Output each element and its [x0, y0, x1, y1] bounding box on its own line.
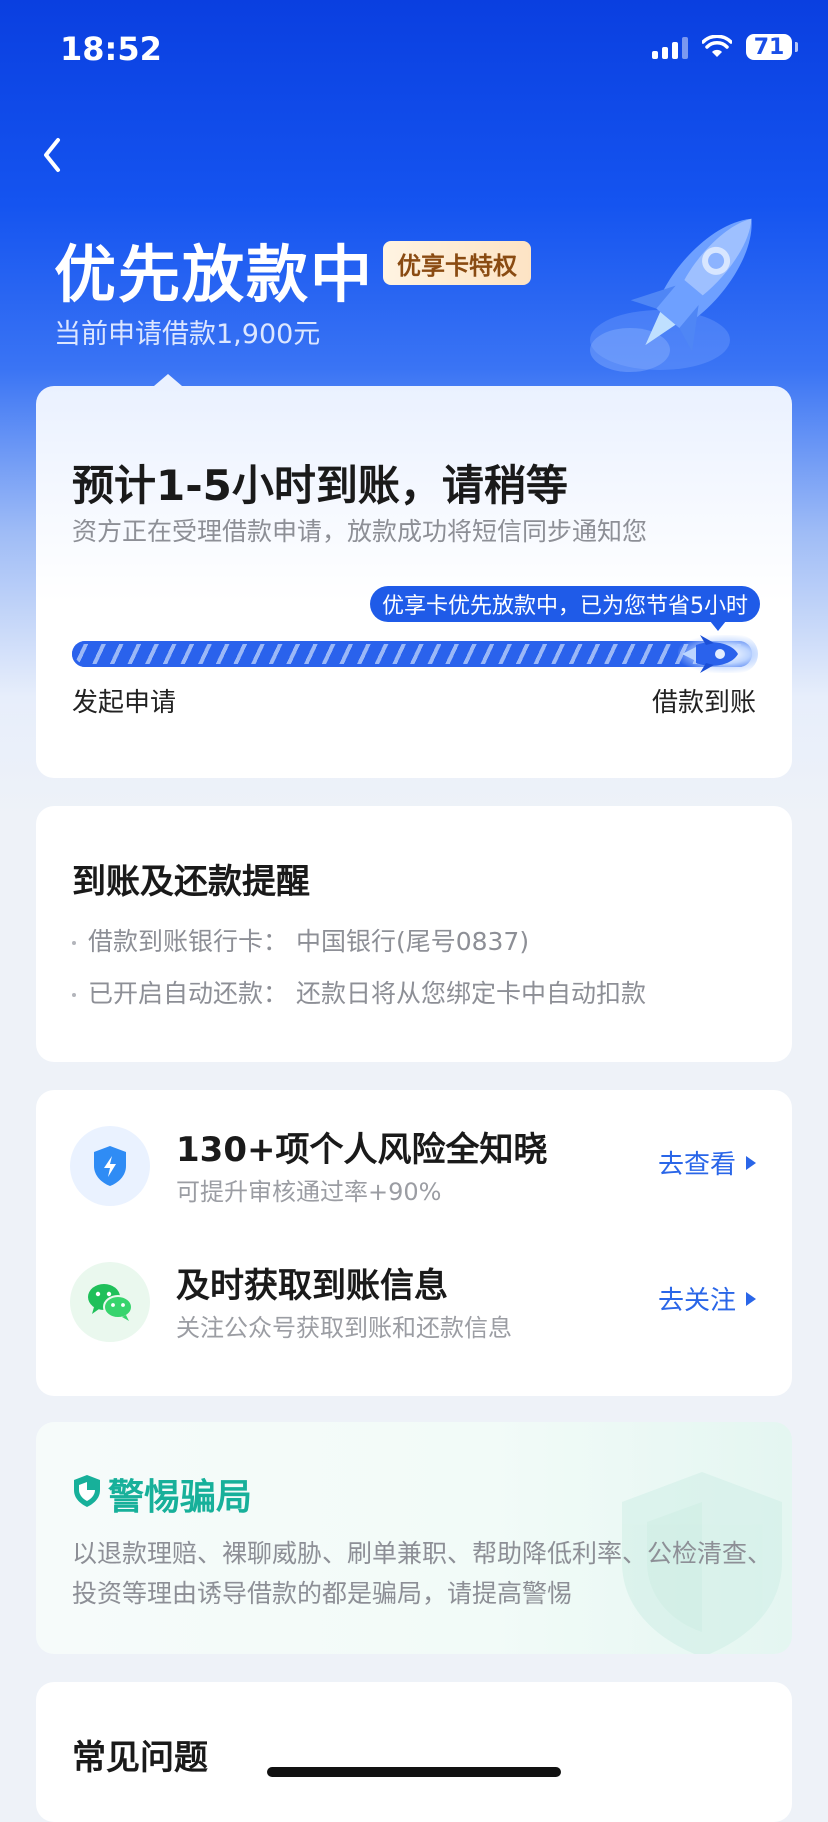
wechat-icon	[70, 1262, 150, 1342]
reminder-card: 到账及还款提醒 借款到账银行卡： 中国银行(尾号0837) 已开启自动还款： 还…	[36, 806, 792, 1062]
faq-card: 常见问题	[36, 1682, 792, 1822]
page-title: 优先放款中	[54, 238, 375, 311]
status-icons: 71	[652, 34, 798, 60]
progress-start-label: 发起申请	[72, 688, 177, 718]
progress-end-label: 借款到账	[651, 688, 756, 718]
battery-icon: 71	[746, 34, 798, 60]
eta-title: 预计1-5小时到账，请稍等	[72, 461, 568, 510]
home-indicator[interactable]	[267, 1767, 561, 1777]
follow-account-subtitle: 关注公众号获取到账和还款信息	[176, 1314, 512, 1342]
follow-button-label: 去关注	[657, 1286, 736, 1316]
follow-account-title: 及时获取到账信息	[176, 1266, 448, 1306]
loan-amount-subtitle: 当前申请借款1,900元	[54, 319, 321, 350]
vip-privilege-badge: 优享卡特权	[383, 241, 531, 285]
progress-card: 预计1-5小时到账，请稍等 资方正在受理借款申请，放款成功将短信同步通知您 优享…	[36, 374, 792, 778]
play-arrow-icon	[746, 1291, 756, 1306]
fraud-warning-card: 警惕骗局 以退款理赔、裸聊威胁、刷单兼职、帮助降低利率、公检清查、投资等理由诱导…	[36, 1422, 792, 1654]
follow-account-row[interactable]: 及时获取到账信息 关注公众号获取到账和还款信息 去关注	[36, 1248, 792, 1368]
progress-rocket-icon	[682, 635, 738, 673]
back-arrow-icon[interactable]	[36, 130, 70, 180]
status-time: 18:52	[60, 30, 162, 68]
view-button-label: 去查看	[657, 1150, 736, 1180]
rocket-illustration-icon	[590, 218, 752, 372]
shield-lightning-icon	[70, 1126, 150, 1206]
reminder-item-text: 借款到账银行卡： 中国银行(尾号0837)	[88, 927, 530, 956]
risk-check-subtitle: 可提升审核通过率+90%	[176, 1178, 442, 1206]
signal-icon	[652, 35, 688, 59]
reminder-title: 到账及还款提醒	[72, 862, 310, 902]
card-notch	[154, 374, 182, 386]
fraud-warning-title: 警惕骗局	[108, 1477, 253, 1518]
bullet-dot	[72, 941, 76, 945]
actions-card: 130+项个人风险全知晓 可提升审核通过率+90% 去查看 及时获取到账信息 关…	[36, 1090, 792, 1396]
wifi-icon	[702, 35, 732, 57]
eta-description: 资方正在受理借款申请，放款成功将短信同步通知您	[72, 517, 648, 546]
shield-icon	[74, 1475, 100, 1507]
play-arrow-icon	[746, 1155, 756, 1170]
bullet-dot	[72, 993, 76, 997]
risk-check-row[interactable]: 130+项个人风险全知晓 可提升审核通过率+90% 去查看	[36, 1112, 792, 1232]
fraud-warning-text: 以退款理赔、裸聊威胁、刷单兼职、帮助降低利率、公检清查、投资等理由诱导借款的都是…	[72, 1539, 773, 1608]
progress-bar	[72, 635, 758, 673]
time-saved-bubble: 优享卡优先放款中，已为您节省5小时	[370, 586, 760, 631]
reminder-item-bank-card: 借款到账银行卡： 中国银行(尾号0837)	[72, 922, 529, 958]
risk-check-title: 130+项个人风险全知晓	[176, 1130, 548, 1170]
follow-button[interactable]: 去关注	[658, 1280, 756, 1317]
reminder-item-auto-repay: 已开启自动还款： 还款日将从您绑定卡中自动扣款	[72, 974, 646, 1010]
reminder-item-text: 已开启自动还款： 还款日将从您绑定卡中自动扣款	[88, 979, 646, 1008]
faq-title: 常见问题	[72, 1738, 208, 1778]
view-button[interactable]: 去查看	[658, 1144, 756, 1181]
